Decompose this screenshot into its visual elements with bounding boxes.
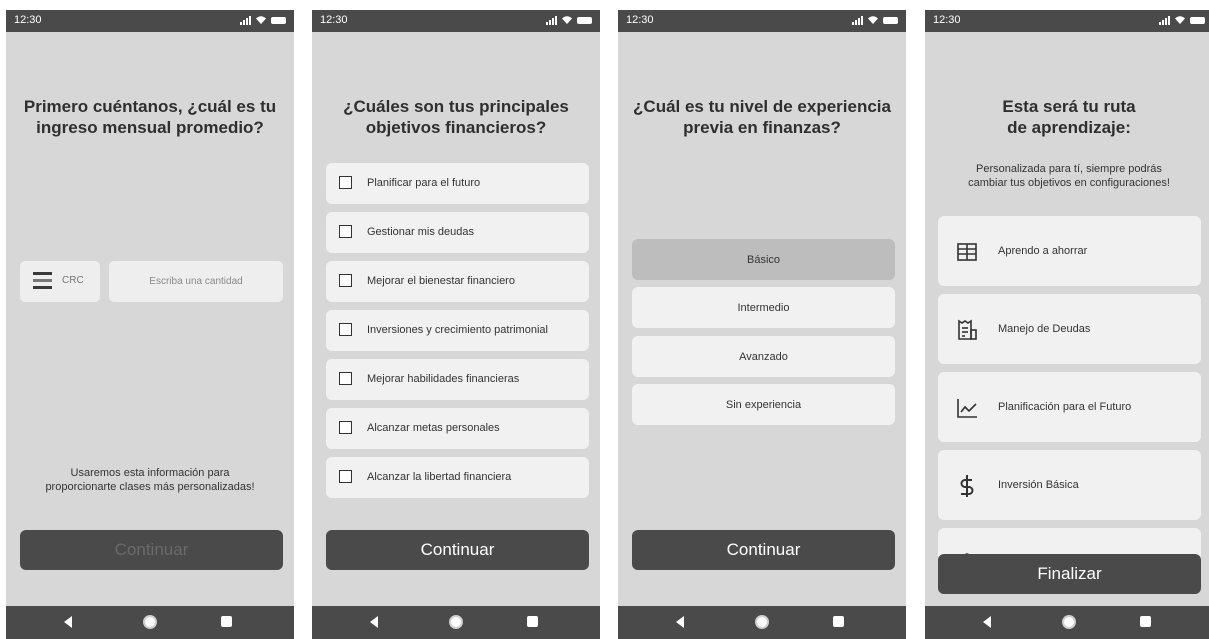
navigation-bar <box>312 606 600 639</box>
recent-apps-icon[interactable] <box>221 616 232 627</box>
page-subtitle: Personalizada para tí, siempre podrás ca… <box>968 163 1170 189</box>
home-icon[interactable] <box>143 615 157 629</box>
signal-icon <box>240 15 251 25</box>
goal-label: Alcanzar la libertad financiera <box>367 471 512 483</box>
status-time: 12:30 <box>626 14 654 26</box>
checkbox[interactable] <box>339 225 352 238</box>
receipt-icon <box>958 319 977 340</box>
path-item-deudas[interactable]: Manejo de Deudas <box>938 294 1201 364</box>
path-item-label: Manejo de Deudas <box>998 323 1091 335</box>
status-bar: 12:30 <box>618 10 906 32</box>
battery-icon <box>271 16 286 24</box>
navigation-bar <box>618 606 906 639</box>
path-item-label: Planificación para el Futuro <box>998 401 1132 413</box>
goal-label: Mejorar el bienestar financiero <box>367 275 515 287</box>
status-bar: 12:30 <box>925 10 1209 32</box>
status-time: 12:30 <box>14 14 42 26</box>
wifi-icon <box>1175 16 1185 24</box>
page-title: Primero cuéntanos, ¿cuál es tu ingreso m… <box>23 97 277 137</box>
dollar-icon <box>960 475 974 497</box>
info-text: Usaremos esta información para proporcio… <box>45 467 255 493</box>
checkbox[interactable] <box>339 372 352 385</box>
goal-label: Planificar para el futuro <box>367 177 481 189</box>
battery-icon <box>1190 16 1205 24</box>
status-time: 12:30 <box>320 14 348 26</box>
checkbox[interactable] <box>339 470 352 483</box>
path-item-inversion[interactable]: Inversión Básica <box>938 450 1201 520</box>
wifi-icon <box>562 16 572 24</box>
status-bar: 12:30 <box>6 10 294 32</box>
home-icon[interactable] <box>755 615 769 629</box>
goal-option-3[interactable]: Mejorar el bienestar financiero <box>326 261 589 302</box>
goal-label: Alcanzar metas personales <box>367 422 500 434</box>
goal-label: Inversiones y crecimiento patrimonial <box>367 324 548 336</box>
goal-label: Mejorar habilidades financieras <box>367 373 520 385</box>
checkbox[interactable] <box>339 421 352 434</box>
checkbox[interactable] <box>339 176 352 189</box>
recent-apps-icon[interactable] <box>833 616 844 627</box>
battery-icon <box>883 16 898 24</box>
goal-option-4[interactable]: Inversiones y crecimiento patrimonial <box>326 310 589 351</box>
signal-icon <box>852 15 863 25</box>
path-item-futuro[interactable]: Planificación para el Futuro <box>938 372 1201 442</box>
wifi-icon <box>868 16 878 24</box>
navigation-bar <box>925 606 1209 639</box>
screen-experience: 12:30 ¿Cuál es tu nivel de experiencia p… <box>618 10 906 639</box>
goal-option-7[interactable]: Alcanzar la libertad financiera <box>326 457 589 498</box>
status-bar: 12:30 <box>312 10 600 32</box>
currency-selector[interactable]: CRC <box>20 261 100 302</box>
menu-icon <box>33 272 52 290</box>
goal-label: Gestionar mis deudas <box>367 226 474 238</box>
wifi-icon <box>256 16 266 24</box>
signal-icon <box>546 15 557 25</box>
continue-button[interactable]: Continuar <box>326 530 589 570</box>
continue-button[interactable]: Continuar <box>20 530 283 570</box>
level-option-basico[interactable]: Básico <box>632 239 895 280</box>
level-option-intermedio[interactable]: Intermedio <box>632 287 895 328</box>
amount-input[interactable] <box>109 261 283 302</box>
screen-learning-path: 12:30 Esta será tu ruta de aprendizaje: … <box>925 10 1209 639</box>
home-icon[interactable] <box>1062 615 1076 629</box>
recent-apps-icon[interactable] <box>1140 616 1151 627</box>
page-title: Esta será tu ruta de aprendizaje: <box>1002 97 1136 137</box>
goal-option-6[interactable]: Alcanzar metas personales <box>326 408 589 449</box>
back-icon[interactable] <box>983 616 991 628</box>
battery-icon <box>577 16 592 24</box>
continue-button[interactable]: Continuar <box>632 530 895 570</box>
checkbox[interactable] <box>339 323 352 336</box>
level-option-sin-experiencia[interactable]: Sin experiencia <box>632 384 895 425</box>
goal-option-2[interactable]: Gestionar mis deudas <box>326 212 589 253</box>
path-item-label: Aprendo a ahorrar <box>998 245 1088 257</box>
chart-line-icon <box>957 399 977 418</box>
path-item-ahorrar[interactable]: Aprendo a ahorrar <box>938 216 1201 286</box>
path-item-label: Inversión Básica <box>998 479 1079 491</box>
screen-income: 12:30 Primero cuéntanos, ¿cuál es tu ing… <box>6 10 294 639</box>
back-icon[interactable] <box>64 616 72 628</box>
screen-goals: 12:30 ¿Cuáles son tus principales objeti… <box>312 10 600 639</box>
signal-icon <box>1159 15 1170 25</box>
back-icon[interactable] <box>676 616 684 628</box>
currency-code: CRC <box>62 275 84 286</box>
goal-option-1[interactable]: Planificar para el futuro <box>326 163 589 204</box>
navigation-bar <box>6 606 294 639</box>
page-title: ¿Cuáles son tus principales objetivos fi… <box>343 97 569 137</box>
page-title: ¿Cuál es tu nivel de experiencia previa … <box>633 97 891 137</box>
building-icon <box>957 243 977 261</box>
back-icon[interactable] <box>370 616 378 628</box>
status-time: 12:30 <box>933 14 961 26</box>
goal-option-5[interactable]: Mejorar habilidades financieras <box>326 359 589 400</box>
level-option-avanzado[interactable]: Avanzado <box>632 336 895 377</box>
finish-button[interactable]: Finalizar <box>938 554 1201 594</box>
home-icon[interactable] <box>449 615 463 629</box>
recent-apps-icon[interactable] <box>527 616 538 627</box>
checkbox[interactable] <box>339 274 352 287</box>
